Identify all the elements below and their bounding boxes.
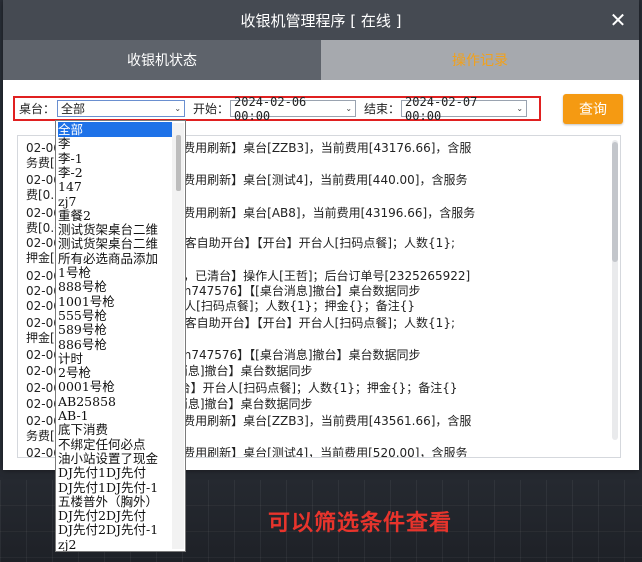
query-button[interactable]: 查询 — [563, 94, 623, 124]
dropdown-option[interactable]: 李-2 — [58, 165, 172, 180]
dropdown-option[interactable]: 0001号枪 — [58, 379, 172, 394]
table-label: 桌台： — [19, 102, 56, 116]
dropdown-option[interactable]: 888号枪 — [58, 279, 172, 294]
dropdown-option[interactable]: AB25858 — [58, 394, 172, 409]
log-entry: 务费[ — [26, 156, 55, 170]
tab-bar: 收银机状态 操作记录 — [3, 40, 639, 80]
log-entry: 押金[ — [26, 331, 55, 345]
dropdown-option[interactable]: 所有必选商品添加 — [58, 251, 172, 266]
table-select[interactable]: 全部 ⌄ — [57, 100, 186, 117]
dropdown-option[interactable]: 886号枪 — [58, 337, 172, 352]
start-label: 开始： — [193, 102, 230, 116]
end-label: 结束： — [364, 102, 401, 116]
table-dropdown-list[interactable]: 全部李李-1 李-2 147 zj7 重餐2 测试货架桌台二维 测试货架桌台二维 所有必选商品… — [55, 120, 186, 552]
dropdown-option[interactable]: 油小站设置了现金 — [58, 451, 172, 466]
dropdown-option[interactable]: 1001号枪 — [58, 294, 172, 309]
dropdown-option[interactable]: 五楼普外（胸外） — [58, 494, 172, 509]
dropdown-option[interactable]: DJ先付1DJ先付 — [58, 465, 172, 480]
dropdown-scrollbar-thumb[interactable] — [176, 135, 181, 191]
start-time-value: 2024-02-06 00:00 — [234, 94, 307, 123]
dropdown-option[interactable]: zj2 — [58, 537, 172, 551]
dropdown-option[interactable]: 555号枪 — [58, 308, 172, 323]
dropdown-option[interactable]: AB-1 — [58, 408, 172, 423]
close-icon[interactable]: ✕ — [607, 9, 629, 31]
chevron-down-icon: ⌄ — [345, 104, 353, 113]
chevron-down-icon: ⌄ — [516, 104, 524, 113]
dropdown-option[interactable]: DJ先付1DJ先付-1 — [58, 480, 172, 495]
dropdown-option[interactable]: 李 — [58, 136, 172, 151]
dropdown-option[interactable]: zj7 — [58, 194, 172, 209]
dropdown-option[interactable]: 计时 — [58, 351, 172, 366]
dropdown-option[interactable]: 测试货架桌台二维 — [58, 236, 172, 251]
dropdown-option[interactable]: 147 — [58, 179, 172, 194]
dropdown-option[interactable]: DJ先付2DJ先付-1 — [58, 522, 172, 537]
dropdown-option[interactable]: 底下消费 — [58, 422, 172, 437]
table-select-value: 全部 — [61, 102, 86, 116]
dropdown-option[interactable]: 2号枪 — [58, 365, 172, 380]
dropdown-option[interactable]: 全部 — [58, 122, 172, 137]
end-time-value: 2024-02-07 00:00 — [405, 94, 478, 123]
filter-bar: 桌台： 全部 ⌄ 开始： 2024-02-06 00:00 ⌄ 结束： 2024… — [13, 95, 541, 123]
chevron-down-icon: ⌄ — [174, 104, 182, 113]
start-time-select[interactable]: 2024-02-06 00:00 ⌄ — [230, 95, 357, 123]
log-scrollbar-thumb[interactable] — [612, 142, 618, 262]
log-entry: 务费[ — [26, 429, 55, 443]
dropdown-option[interactable]: 重餐2 — [58, 208, 172, 223]
window-title: 收银机管理程序 [ 在线 ] — [240, 11, 402, 30]
tab-cashier-status[interactable]: 收银机状态 — [3, 40, 321, 80]
dropdown-option[interactable]: 1号枪 — [58, 265, 172, 280]
tab-operation-log[interactable]: 操作记录 — [321, 40, 639, 80]
dropdown-option[interactable]: 李-1 — [58, 151, 172, 166]
log-entry: 费[0. — [26, 188, 55, 202]
log-entry: 押金[ — [26, 251, 55, 265]
dropdown-option[interactable]: 不绑定任何必点 — [58, 437, 172, 452]
title-bar: 收银机管理程序 [ 在线 ] ✕ — [3, 0, 639, 40]
dropdown-option[interactable]: 589号枪 — [58, 322, 172, 337]
caption-text: 可以筛选条件查看 — [268, 511, 453, 536]
dropdown-option[interactable]: 测试货架桌台二维 — [58, 222, 172, 237]
dropdown-option[interactable]: DJ先付2DJ先付 — [58, 508, 172, 523]
end-time-select[interactable]: 2024-02-07 00:00 ⌄ — [401, 95, 528, 123]
